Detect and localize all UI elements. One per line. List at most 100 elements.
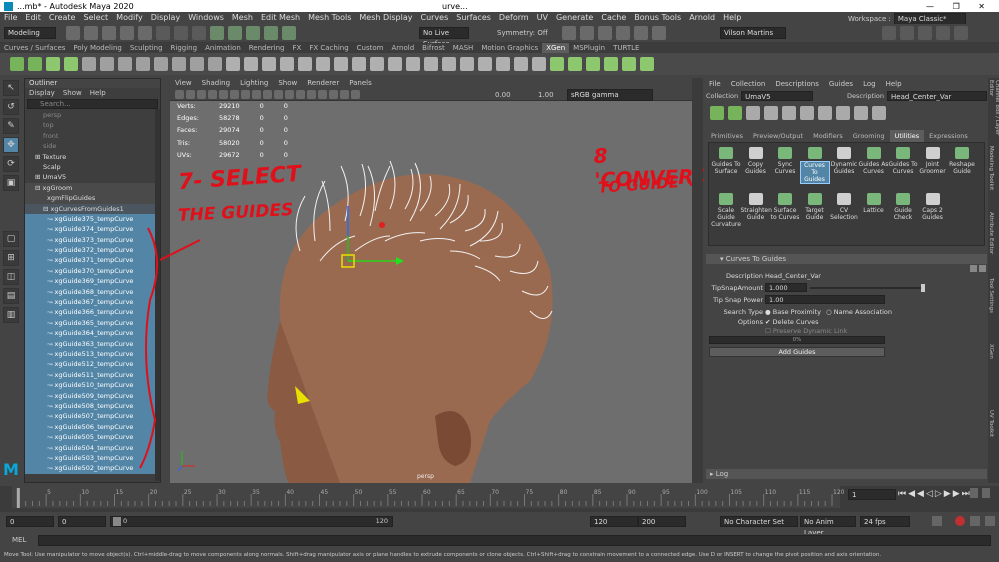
- groom-length-icon[interactable]: [298, 57, 312, 71]
- guide-tool-6-icon[interactable]: [172, 57, 186, 71]
- channel-box-icon[interactable]: [918, 26, 932, 40]
- groom-density-icon[interactable]: [388, 57, 402, 71]
- checkbox-delete-curves[interactable]: ✔ Delete Curves: [765, 318, 819, 326]
- menu-arnold[interactable]: Arnold: [685, 12, 719, 24]
- xgen-guide-rebuild-icon[interactable]: [836, 106, 850, 120]
- groom-smooth-icon[interactable]: [316, 57, 330, 71]
- menu-bonus-tools[interactable]: Bonus Tools: [630, 12, 685, 24]
- uv-editor-strip[interactable]: [692, 78, 703, 483]
- radio-name-association[interactable]: ○ Name Association: [826, 308, 892, 316]
- outliner-guide-item[interactable]: ↝ xgGuide364_tempCurve: [25, 328, 160, 339]
- groom-part-icon[interactable]: [370, 57, 384, 71]
- outliner-item-scalp[interactable]: Scalp: [25, 162, 160, 172]
- outliner-item-texture[interactable]: ⊞ Texture: [25, 152, 160, 162]
- menu-windows[interactable]: Windows: [184, 12, 228, 24]
- menu-create[interactable]: Create: [45, 12, 80, 24]
- xgen-menu-file[interactable]: File: [704, 78, 726, 90]
- render-view-icon[interactable]: [634, 26, 648, 40]
- util-straighten-guide-button[interactable]: Straighten Guide: [741, 193, 772, 221]
- groom-convert-icon[interactable]: [604, 57, 618, 71]
- viewport-menu-show[interactable]: Show: [273, 78, 302, 89]
- viewport-panel[interactable]: View Shading Lighting Show Renderer Panels 0.…: [170, 78, 707, 483]
- viewport-menu-view[interactable]: View: [170, 78, 197, 89]
- groom-export-icon[interactable]: [550, 57, 564, 71]
- util-surface-to-curves-button[interactable]: Surface to Curves: [770, 193, 800, 221]
- resolution-gate-icon[interactable]: [241, 90, 250, 99]
- util-dynamic-guides-button[interactable]: Dynamic Guides: [829, 147, 859, 175]
- shadows-icon[interactable]: [329, 90, 338, 99]
- guide-tool-5-icon[interactable]: [154, 57, 168, 71]
- outliner-guide-item[interactable]: ↝ xgGuide370_tempCurve: [25, 265, 160, 277]
- outliner-guide-item[interactable]: ↝ xgGuide368_tempCurve: [25, 286, 160, 298]
- live-surface-field[interactable]: No Live Surface: [419, 27, 469, 48]
- outliner-item-persp[interactable]: persp: [25, 110, 160, 120]
- groom-attract-icon[interactable]: [496, 57, 510, 71]
- lights-icon[interactable]: [318, 90, 327, 99]
- outliner-guide-item[interactable]: ↝ xgGuide375_tempCurve: [25, 213, 160, 225]
- xgen-tab-modifiers[interactable]: Modifiers: [808, 130, 848, 142]
- util-curves-to-guides-button[interactable]: Curves To Guides: [799, 147, 830, 184]
- outliner-menu-display[interactable]: Display: [25, 88, 59, 98]
- outliner-guide-item[interactable]: ↝ xgGuide366_tempCurve: [25, 307, 160, 318]
- outliner-view-icon[interactable]: ▤: [3, 288, 19, 304]
- menu-mesh-tools[interactable]: Mesh Tools: [304, 12, 355, 24]
- shelf-tab-rendering[interactable]: Rendering: [245, 43, 289, 53]
- groom-twist-icon[interactable]: [478, 57, 492, 71]
- outliner-guide-item[interactable]: ↝ xgGuide502_tempCurve: [25, 463, 160, 474]
- viewport-menu-lighting[interactable]: Lighting: [235, 78, 273, 89]
- rotate-tool-icon[interactable]: ⟳: [3, 156, 19, 172]
- scale-tool-icon[interactable]: ▣: [3, 175, 19, 191]
- safe-action-icon[interactable]: [274, 90, 283, 99]
- groom-cache-icon[interactable]: [586, 57, 600, 71]
- menu-mesh-display[interactable]: Mesh Display: [355, 12, 416, 24]
- side-tab-uv-toolkit[interactable]: UV Toolkit: [988, 408, 994, 474]
- shelf-tab-rigging[interactable]: Rigging: [167, 43, 202, 53]
- shelf-tab-mash[interactable]: MASH: [449, 43, 478, 53]
- save-scene-icon[interactable]: [102, 26, 116, 40]
- xgen-tab-grooming[interactable]: Grooming: [848, 130, 890, 142]
- exposure-value[interactable]: 0.00: [495, 91, 511, 99]
- guide-tool-icon[interactable]: [82, 57, 96, 71]
- description-dropdown[interactable]: Head_Center_Var: [887, 91, 987, 101]
- guide-tool-3-icon[interactable]: [118, 57, 132, 71]
- outliner-guide-item[interactable]: ↝ xgGuide372_tempCurve: [25, 245, 160, 256]
- select-component-icon[interactable]: [192, 26, 206, 40]
- snap-curve-icon[interactable]: [228, 26, 242, 40]
- side-tab-attribute-editor[interactable]: Attribute Editor: [988, 210, 994, 276]
- anim-layer-dropdown[interactable]: No Anim Layer: [800, 516, 856, 537]
- menu-generate[interactable]: Generate: [552, 12, 597, 24]
- outliner-item-side[interactable]: side: [25, 141, 160, 151]
- bookmark-icon[interactable]: [197, 90, 206, 99]
- menu-help[interactable]: Help: [719, 12, 745, 24]
- add-guides-icon[interactable]: [46, 57, 60, 71]
- grid-icon[interactable]: [219, 90, 228, 99]
- gate-mask-icon[interactable]: [252, 90, 261, 99]
- playhead[interactable]: [16, 488, 20, 508]
- outliner-search-input[interactable]: Search...: [27, 99, 158, 109]
- xgen-guide-move-icon[interactable]: [782, 106, 796, 120]
- xgen-menu-log[interactable]: Log: [858, 78, 881, 90]
- outliner-guide-item[interactable]: ↝ xgGuide503_tempCurve: [25, 452, 160, 464]
- util-copy-guides-button[interactable]: Copy Guides: [741, 147, 771, 175]
- hypershade-icon[interactable]: [616, 26, 630, 40]
- snap-grid-icon[interactable]: [210, 26, 224, 40]
- create-description-icon[interactable]: [28, 57, 42, 71]
- xgen-preview-icon[interactable]: [854, 106, 868, 120]
- start-frame-field[interactable]: 0: [6, 516, 54, 527]
- shelf-tab-fx[interactable]: FX: [289, 43, 306, 53]
- render-icon[interactable]: [562, 26, 576, 40]
- groom-freeze-icon[interactable]: [424, 57, 438, 71]
- interactive-groom-icon[interactable]: [226, 57, 240, 71]
- groom-brush-icon[interactable]: [64, 57, 78, 71]
- isolate-icon[interactable]: [351, 90, 360, 99]
- playback-options-icon[interactable]: [982, 488, 990, 498]
- select-hierarchy-icon[interactable]: [156, 26, 170, 40]
- shelf-tab-msplugin[interactable]: MSPlugin: [569, 43, 609, 53]
- menu-deform[interactable]: Deform: [495, 12, 533, 24]
- xgen-guide-add-icon[interactable]: [764, 106, 778, 120]
- single-view-icon[interactable]: ▢: [3, 231, 19, 247]
- end-frame-field[interactable]: 200: [638, 516, 686, 527]
- outliner-item-xgcurvesfromguides[interactable]: ⊟ xgCurvesFromGuides1: [25, 203, 160, 214]
- xgen-editor-icon[interactable]: [10, 57, 24, 71]
- tool-settings-icon[interactable]: [954, 26, 968, 40]
